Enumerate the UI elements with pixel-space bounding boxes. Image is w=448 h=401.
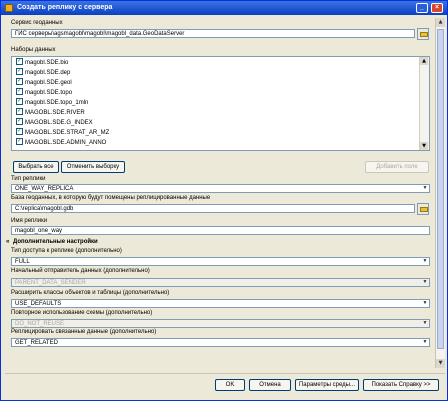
list-item[interactable]: ✓ magobl.SDE.geol [16,77,72,88]
list-item[interactable]: ✓ MAGOBL.SDE.STRAT_AR_MZ [16,127,110,138]
dataset-name: magobl.SDE.geol [25,80,72,86]
checkbox-checked-icon[interactable]: ✓ [16,87,23,95]
target-gdb-label: База геоданных, в которую будут помещены… [11,195,211,201]
checkbox-checked-icon[interactable]: ✓ [16,57,23,65]
initial-sender-value: PARENT_DATA_SENDER [15,280,86,286]
access-type-value: FULL [15,259,30,265]
geodata-service-field[interactable]: ГИС серверы\agsmagobl\magobl\magobl_data… [11,29,415,38]
initial-sender-select[interactable]: PARENT_DATA_SENDER ▼ [11,278,430,287]
geodata-service-label: Сервис геоданных [11,20,63,26]
related-data-value: GET_RELATED [15,340,58,346]
reuse-schema-select[interactable]: DO_NOT_REUSE ▼ [11,319,430,328]
related-data-label: Реплицировать связанные данные (дополнит… [11,329,157,335]
browse-geodata-service-button[interactable] [417,28,429,40]
datasets-label: Наборы данных [11,47,56,53]
panel-scrollbar[interactable]: ▲ ▼ [435,18,445,368]
cancel-button[interactable]: Отмена [249,379,291,391]
browse-target-gdb-button[interactable] [417,203,429,215]
target-gdb-field[interactable]: C:\replica\magobl.gdb [11,204,415,213]
window-title: Создать реплику с сервера [17,4,113,11]
advanced-settings-toggle[interactable]: «Дополнительные настройки [6,239,98,245]
list-item[interactable]: ✓ magobl.SDE.topo [16,87,73,98]
folder-icon [420,32,428,37]
list-item[interactable]: ✓ MAGOBL.SDE.G_INDEX [16,117,93,128]
replica-name-input[interactable]: magobl_one_way [11,226,430,235]
checkbox-checked-icon[interactable]: ✓ [16,117,23,125]
add-field-button[interactable]: Добавить поле [365,161,429,173]
dataset-name: magobl.SDE.topo [25,90,73,96]
dataset-name: magobl.SDE.dep [25,70,71,76]
reuse-schema-label: Повторное использование схемы (дополните… [11,310,153,316]
list-item[interactable]: ✓ magobl.SDE.topo_1mln [16,97,89,108]
list-item[interactable]: ✓ MAGOBL.SDE.ADMIN_ANNO [16,137,107,148]
dataset-name: magobl.SDE.bio [25,60,69,66]
toolbox-tool-icon [5,4,13,12]
replica-type-select[interactable]: ONE_WAY_REPLICA ▼ [11,184,430,193]
chevron-down-icon[interactable]: ▼ [421,320,429,327]
title-bar[interactable]: Создать реплику с сервера _ × [1,1,447,15]
dataset-name: MAGOBL.SDE.ADMIN_ANNO [25,140,107,146]
replica-type-value: ONE_WAY_REPLICA [15,186,74,192]
datasets-list[interactable]: ✓ magobl.SDE.bio ✓ magobl.SDE.dep ✓ magobl.… [11,56,430,151]
checkbox-checked-icon[interactable]: ✓ [16,137,23,145]
list-item[interactable]: ✓ magobl.SDE.dep [16,67,71,78]
scroll-down-icon[interactable]: ▼ [436,359,445,368]
chevron-down-icon[interactable]: ▼ [421,300,429,307]
environments-button[interactable]: Параметры среды... [295,379,359,391]
reuse-schema-value: DO_NOT_REUSE [15,321,65,327]
chevron-down-icon[interactable]: ▼ [421,279,429,286]
replica-name-label: Имя реплики [11,218,48,224]
list-item[interactable]: ✓ MAGOBL.SDE.RIVER [16,107,85,118]
checkbox-checked-icon[interactable]: ✓ [16,127,23,135]
expand-classes-select[interactable]: USE_DEFAULTS ▼ [11,299,430,308]
replica-type-label: Тип реплики [11,176,46,182]
checkbox-checked-icon[interactable]: ✓ [16,77,23,85]
chevron-down-icon[interactable]: ▼ [421,258,429,265]
replica-dialog: Создать реплику с сервера _ × Сервис гео… [0,0,448,401]
list-item[interactable]: ✓ magobl.SDE.bio [16,57,69,68]
scroll-down-icon[interactable]: ▼ [420,142,428,150]
dataset-name: MAGOBL.SDE.G_INDEX [25,120,93,126]
access-type-label: Тип доступа к реплике (дополнительно) [11,248,122,254]
initial-sender-label: Начальный отправитель данных (дополнител… [11,268,150,274]
scrollbar-thumb[interactable] [437,29,444,349]
replica-name-value: magobl_one_way [15,228,63,234]
target-gdb-value: C:\replica\magobl.gdb [15,206,74,212]
expand-classes-label: Расширить классы объектов и таблицы (доп… [11,290,170,296]
ok-button[interactable]: OK [215,379,245,391]
checkbox-checked-icon[interactable]: ✓ [16,67,23,75]
dataset-name: MAGOBL.SDE.RIVER [25,110,85,116]
minimize-button[interactable]: _ [416,3,428,13]
show-help-button[interactable]: Показать Справку >> [363,379,439,391]
expand-classes-value: USE_DEFAULTS [15,301,62,307]
dataset-name: MAGOBL.SDE.STRAT_AR_MZ [25,130,110,136]
advanced-settings-label: Дополнительные настройки [13,239,98,245]
scroll-up-icon[interactable]: ▲ [420,57,428,65]
checkbox-checked-icon[interactable]: ✓ [16,97,23,105]
list-scrollbar[interactable]: ▲ ▼ [419,57,429,150]
chevron-down-icon[interactable]: ▼ [421,339,429,346]
scroll-up-icon[interactable]: ▲ [436,18,445,27]
checkbox-checked-icon[interactable]: ✓ [16,107,23,115]
geodata-service-value: ГИС серверы\agsmagobl\magobl\magobl_data… [15,31,185,37]
collapse-chevron-icon: « [6,239,10,245]
select-all-button[interactable]: Выбрать все [13,161,59,173]
footer-divider [5,373,445,374]
folder-icon [420,207,428,212]
related-data-select[interactable]: GET_RELATED ▼ [11,338,430,347]
dataset-name: magobl.SDE.topo_1mln [25,100,89,106]
close-button[interactable]: × [431,3,443,13]
chevron-down-icon[interactable]: ▼ [421,185,429,192]
clear-selection-button[interactable]: Отменить выборку [61,161,125,173]
access-type-select[interactable]: FULL ▼ [11,257,430,266]
